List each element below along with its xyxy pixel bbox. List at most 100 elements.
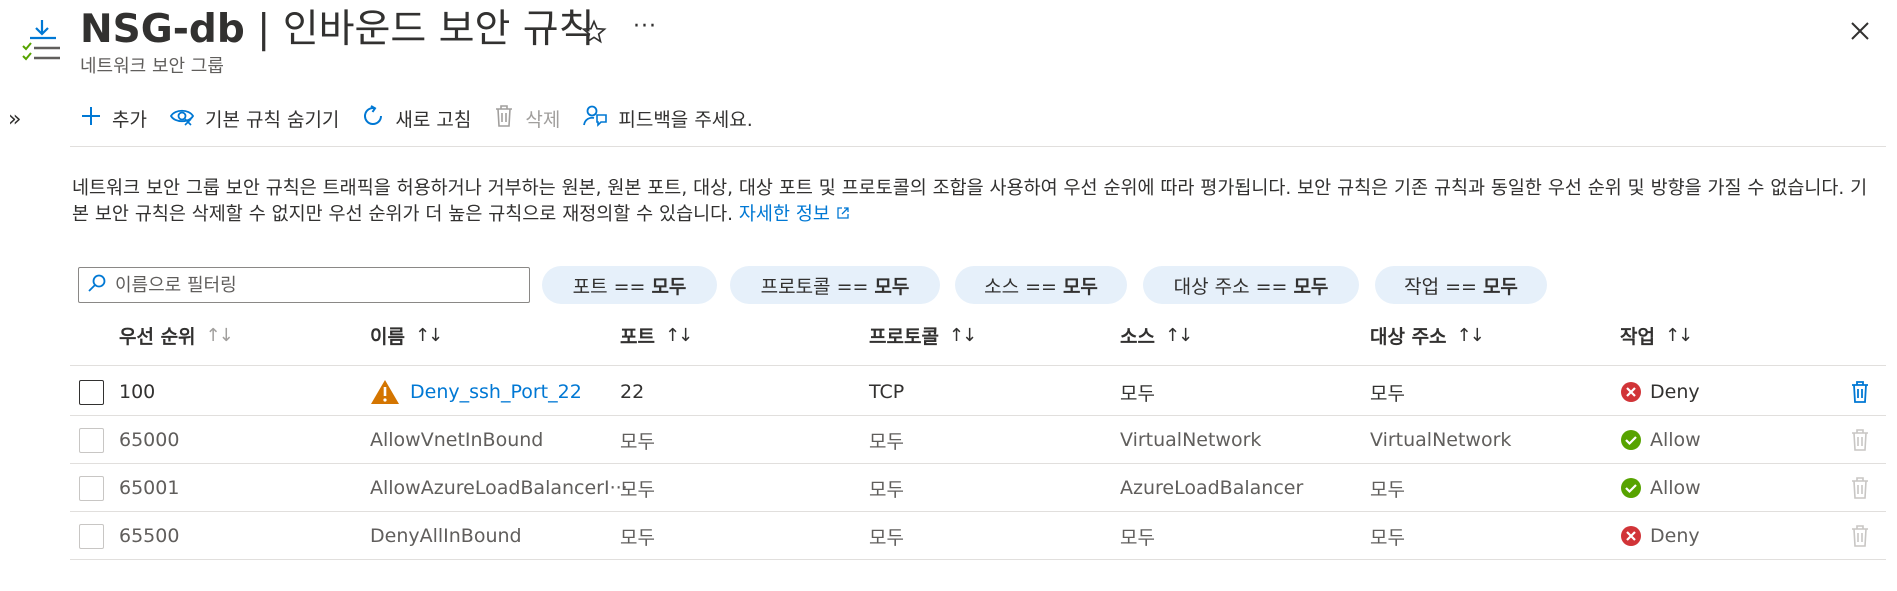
description: 네트워크 보안 그룹 보안 규칙은 트래픽을 허용하거나 거부하는 원본, 원본… <box>72 176 1882 228</box>
more-options-button[interactable]: ··· <box>630 12 660 42</box>
sort-icon: ↑↓ <box>414 325 443 346</box>
action-cell: Deny <box>1620 512 1700 560</box>
add-button-label: 추가 <box>112 108 147 131</box>
page-title-resource: NSG-db <box>80 7 245 52</box>
name-filter[interactable] <box>78 267 530 303</box>
column-header-protocol[interactable]: 프로토콜 ↑↓ <box>869 322 977 349</box>
pill-value: 모두 <box>874 275 910 298</box>
delete-button[interactable]: 삭제 <box>493 104 560 133</box>
refresh-icon <box>361 104 395 133</box>
column-header-action[interactable]: 작업 ↑↓ <box>1620 322 1693 349</box>
column-header-label: 대상 주소 <box>1370 326 1447 348</box>
action-filter-pill[interactable]: 작업 == 모두 <box>1375 266 1547 304</box>
source-cell: 모두 <box>1120 526 1155 549</box>
name-cell: Deny_ssh_Port_22 <box>370 368 582 416</box>
column-header-priority[interactable]: 우선 순위 ↑↓ <box>119 322 234 349</box>
search-icon <box>87 273 107 297</box>
table-header-divider <box>70 365 1886 366</box>
feedback-button[interactable]: 피드백을 주세요. <box>582 103 753 134</box>
action-cell: Deny <box>1620 368 1700 416</box>
destination-cell: 모두 <box>1370 526 1405 549</box>
column-header-label: 우선 순위 <box>119 326 196 348</box>
feedback-button-label: 피드백을 주세요. <box>618 108 753 131</box>
page-title-section: | 인바운드 보안 규칙 <box>244 7 595 52</box>
source-cell: VirtualNetwork <box>1120 429 1262 451</box>
pill-label: 작업 == <box>1404 275 1477 298</box>
action-cell: Allow <box>1620 464 1701 512</box>
port-cell: 모두 <box>620 430 655 453</box>
source-cell: 모두 <box>1120 382 1155 405</box>
hide-default-rules-button[interactable]: 기본 규칙 숨기기 <box>169 105 339 132</box>
trash-icon <box>1848 428 1872 452</box>
sort-icon: ↑↓ <box>664 325 693 346</box>
protocol-cell: 모두 <box>869 526 904 549</box>
name-cell: AllowAzureLoadBalancerI··· <box>370 477 628 499</box>
hide-default-rules-label: 기본 규칙 숨기기 <box>204 108 340 131</box>
pill-label: 포트 == <box>572 275 646 298</box>
column-header-source[interactable]: 소스 ↑↓ <box>1120 322 1193 349</box>
star-icon[interactable] <box>580 18 608 46</box>
pill-label: 프로토콜 == <box>760 275 869 298</box>
action-label: Deny <box>1650 381 1700 403</box>
destination-filter-pill[interactable]: 대상 주소 == 모두 <box>1143 266 1359 304</box>
toolbar-divider <box>70 146 1886 147</box>
sort-icon: ↑↓ <box>948 325 977 346</box>
destination-cell: VirtualNetwork <box>1370 429 1512 451</box>
table-row[interactable]: 100 Deny_ssh_Port_22 22 TCP 모두 모두 Deny <box>70 368 1886 416</box>
external-link-icon <box>836 204 850 225</box>
protocol-cell: TCP <box>869 381 905 403</box>
column-header-label: 포트 <box>620 326 655 348</box>
column-header-label: 이름 <box>370 326 405 348</box>
column-header-name[interactable]: 이름 ↑↓ <box>370 322 443 349</box>
column-header-label: 소스 <box>1120 326 1155 348</box>
column-header-label: 작업 <box>1620 326 1655 348</box>
pill-value: 모두 <box>1482 275 1518 298</box>
column-header-destination[interactable]: 대상 주소 ↑↓ <box>1370 322 1485 349</box>
warning-icon <box>370 379 400 405</box>
priority-cell: 65001 <box>119 477 180 499</box>
port-cell: 모두 <box>620 478 655 501</box>
source-cell: AzureLoadBalancer <box>1120 477 1304 499</box>
protocol-filter-pill[interactable]: 프로토콜 == 모두 <box>730 266 940 304</box>
protocol-cell: 모두 <box>869 430 904 453</box>
pill-label: 대상 주소 == <box>1173 275 1288 298</box>
learn-more-label: 자세한 정보 <box>738 204 830 225</box>
row-checkbox[interactable] <box>79 428 104 453</box>
page-title: NSG-db | 인바운드 보안 규칙 <box>80 4 595 56</box>
deny-icon <box>1620 381 1650 403</box>
pill-value: 모두 <box>1293 275 1329 298</box>
row-checkbox[interactable] <box>79 476 104 501</box>
trash-icon <box>493 104 525 133</box>
table-row[interactable]: 65001 AllowAzureLoadBalancerI··· 모두 모두 A… <box>70 464 1886 512</box>
sort-icon: ↑↓ <box>1164 325 1193 346</box>
name-filter-input[interactable] <box>113 273 513 297</box>
add-button[interactable]: 추가 <box>80 105 147 132</box>
rule-name-link[interactable]: Deny_ssh_Port_22 <box>410 381 582 403</box>
trash-icon <box>1848 524 1872 548</box>
refresh-button[interactable]: 새로 고침 <box>361 104 471 133</box>
pill-label: 소스 == <box>984 275 1057 298</box>
pill-value: 모두 <box>1062 275 1098 298</box>
trash-icon[interactable] <box>1848 380 1872 404</box>
command-bar: 추가 기본 규칙 숨기기 새로 고침 삭제 피드백을 주세요. <box>80 100 775 136</box>
refresh-button-label: 새로 고침 <box>395 108 472 131</box>
action-cell: Allow <box>1620 416 1701 464</box>
learn-more-link[interactable]: 자세한 정보 <box>739 204 850 225</box>
table-row[interactable]: 65500 DenyAllInBound 모두 모두 모두 모두 Deny <box>70 512 1886 560</box>
row-checkbox[interactable] <box>79 380 104 405</box>
description-text: 네트워크 보안 그룹 보안 규칙은 트래픽을 허용하거나 거부하는 원본, 원본… <box>72 178 1868 225</box>
sort-icon: ↑↓ <box>1664 325 1693 346</box>
allow-icon <box>1620 429 1650 451</box>
source-filter-pill[interactable]: 소스 == 모두 <box>955 266 1127 304</box>
delete-button-label: 삭제 <box>525 108 561 131</box>
table-row[interactable]: 65000 AllowVnetInBound 모두 모두 VirtualNetw… <box>70 416 1886 464</box>
expand-sidebar-button[interactable]: » <box>8 108 32 132</box>
security-rules-icon <box>20 18 64 66</box>
priority-cell: 100 <box>119 381 156 403</box>
eye-hide-icon <box>169 105 205 132</box>
column-header-port[interactable]: 포트 ↑↓ <box>620 322 693 349</box>
priority-cell: 65500 <box>119 525 180 547</box>
row-checkbox[interactable] <box>79 524 104 549</box>
close-icon[interactable] <box>1845 16 1875 46</box>
port-filter-pill[interactable]: 포트 == 모두 <box>542 266 717 304</box>
